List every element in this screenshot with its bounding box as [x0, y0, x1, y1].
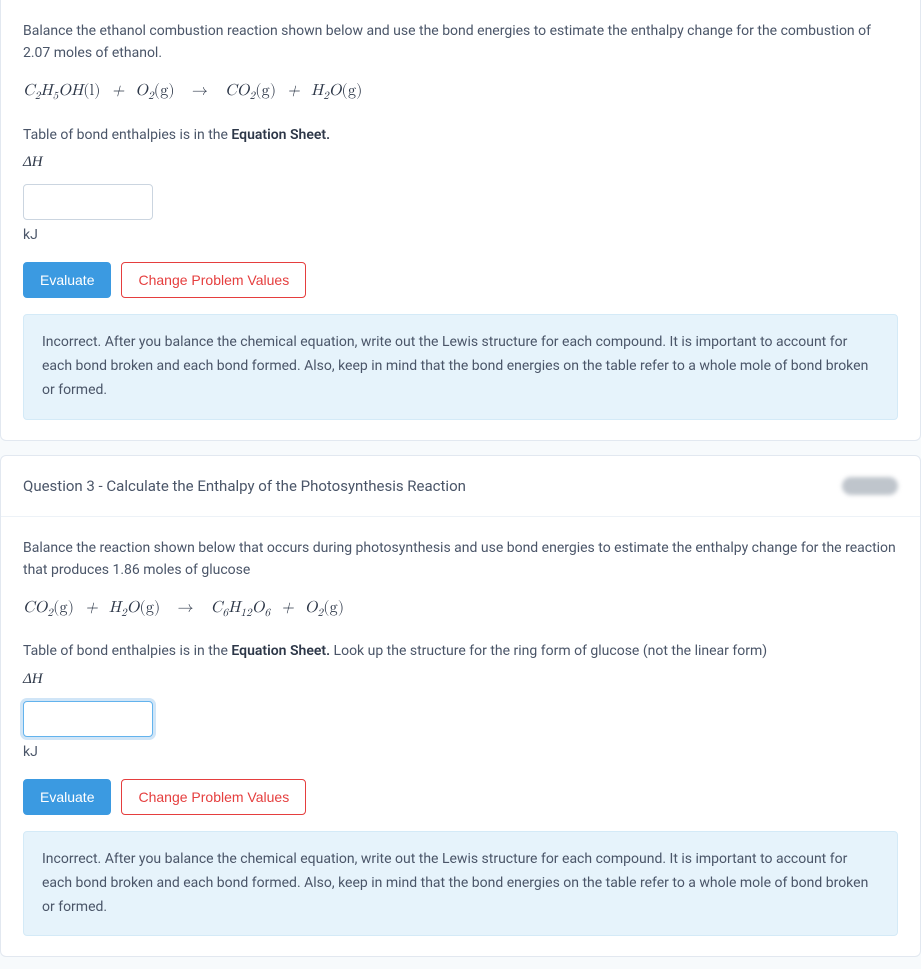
question-3-card: Question 3 - Calculate the Enthalpy of t… [0, 455, 921, 958]
q3-prompt: Balance the reaction shown below that oc… [23, 537, 898, 582]
q3-status-badge [842, 477, 898, 495]
q3-delta-h-label: ΔH [23, 667, 898, 691]
q3-header: Question 3 - Calculate the Enthalpy of t… [1, 456, 920, 517]
q2-table-note: Table of bond enthalpies is in the Equat… [23, 124, 898, 146]
q3-evaluate-button[interactable]: Evaluate [23, 779, 111, 815]
q3-table-note: Table of bond enthalpies is in the Equat… [23, 640, 898, 662]
q3-feedback: Incorrect. After you balance the chemica… [23, 831, 898, 936]
q2-answer-input[interactable] [23, 184, 153, 220]
q3-unit: kJ [23, 741, 898, 763]
question-2-card: Balance the ethanol combustion reaction … [0, 0, 921, 441]
q2-equation: C2H5OH(l) + O2(g) → CO2(g) + H2O(g) [23, 79, 898, 106]
q3-title: Question 3 - Calculate the Enthalpy of t… [23, 474, 466, 498]
q2-prompt: Balance the ethanol combustion reaction … [23, 20, 898, 65]
q3-equation: CO2(g) + H2O(g) → C6H12O6 + O2(g) [23, 596, 898, 623]
q2-unit: kJ [23, 224, 898, 246]
q2-feedback: Incorrect. After you balance the chemica… [23, 314, 898, 419]
q3-answer-input[interactable] [23, 701, 153, 737]
q3-change-values-button[interactable]: Change Problem Values [121, 779, 306, 815]
q2-change-values-button[interactable]: Change Problem Values [121, 262, 306, 298]
q2-evaluate-button[interactable]: Evaluate [23, 262, 111, 298]
q2-delta-h-label: ΔH [23, 150, 898, 174]
